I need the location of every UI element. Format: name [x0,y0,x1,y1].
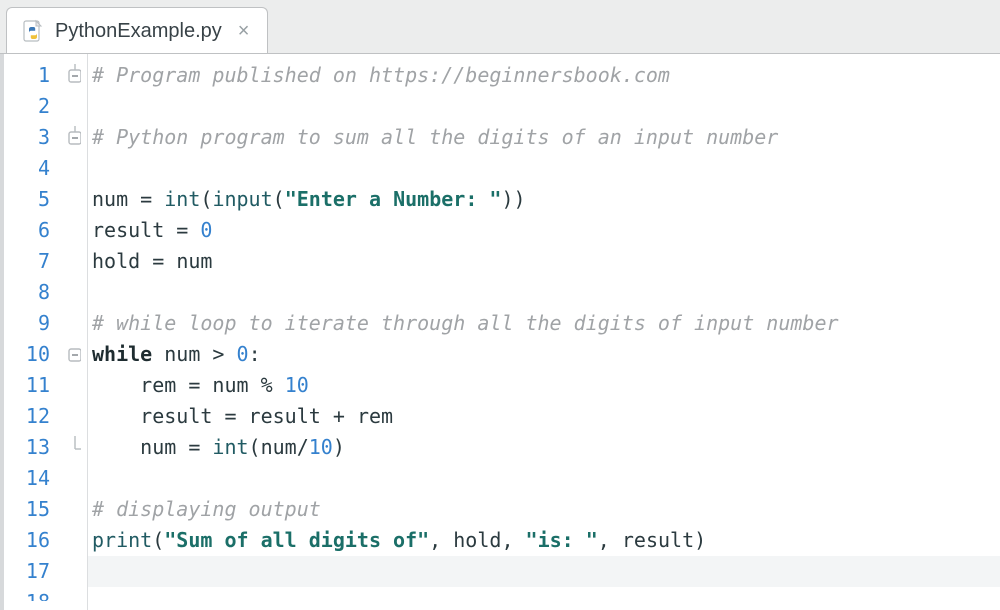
fold-cell [58,91,87,122]
code-line[interactable] [88,556,1000,587]
fold-cell [58,463,87,494]
line-number-gutter: 123456789101112131415161718 [4,54,58,610]
line-number: 5 [4,184,58,215]
line-number: 6 [4,215,58,246]
code-line[interactable]: result = result + rem [88,401,1000,432]
code-area: 123456789101112131415161718 # Program pu… [0,54,1000,610]
python-file-icon [21,19,45,43]
code-line[interactable]: result = 0 [88,215,1000,246]
fold-gutter [58,54,88,610]
fold-cell [58,246,87,277]
code-line[interactable]: # displaying output [88,494,1000,525]
line-number: 4 [4,153,58,184]
code-line[interactable]: while num > 0: [88,339,1000,370]
code-line[interactable]: num = int(num/10) [88,432,1000,463]
line-number: 11 [4,370,58,401]
code-line[interactable]: # while loop to iterate through all the … [88,308,1000,339]
code-editor: PythonExample.py × 123456789101112131415… [0,0,1000,610]
code-line[interactable]: hold = num [88,246,1000,277]
fold-cell [58,215,87,246]
code-line[interactable] [88,91,1000,122]
fold-cell [58,308,87,339]
tab-active[interactable]: PythonExample.py × [6,7,268,53]
line-number: 18 [4,587,58,601]
code-line[interactable]: num = int(input("Enter a Number: ")) [88,184,1000,215]
fold-cell [58,370,87,401]
line-number: 14 [4,463,58,494]
line-number: 17 [4,556,58,587]
fold-collapse-icon[interactable] [58,60,87,91]
code-line[interactable] [88,153,1000,184]
code-line[interactable]: print("Sum of all digits of", hold, "is:… [88,525,1000,556]
tab-bar: PythonExample.py × [0,0,1000,54]
fold-collapse-icon[interactable] [58,339,87,370]
fold-collapse-icon[interactable] [58,122,87,153]
code-line[interactable]: # Program published on https://beginners… [88,60,1000,91]
line-number: 9 [4,308,58,339]
code-line[interactable] [88,463,1000,494]
fold-end-icon[interactable] [58,432,87,463]
line-number: 16 [4,525,58,556]
line-number: 12 [4,401,58,432]
line-number: 7 [4,246,58,277]
fold-cell [58,556,87,587]
code-line[interactable] [88,277,1000,308]
fold-cell [58,153,87,184]
fold-cell [58,525,87,556]
line-number: 10 [4,339,58,370]
fold-cell [58,277,87,308]
code-content[interactable]: # Program published on https://beginners… [88,54,1000,610]
fold-cell [58,494,87,525]
line-number: 1 [4,60,58,91]
line-number: 3 [4,122,58,153]
line-number: 8 [4,277,58,308]
line-number: 13 [4,432,58,463]
line-number: 15 [4,494,58,525]
tab-filename: PythonExample.py [55,21,222,41]
code-line[interactable]: rem = num % 10 [88,370,1000,401]
code-line[interactable]: # Python program to sum all the digits o… [88,122,1000,153]
close-icon[interactable]: × [238,21,250,41]
fold-cell [58,184,87,215]
line-number: 2 [4,91,58,122]
fold-cell [58,401,87,432]
